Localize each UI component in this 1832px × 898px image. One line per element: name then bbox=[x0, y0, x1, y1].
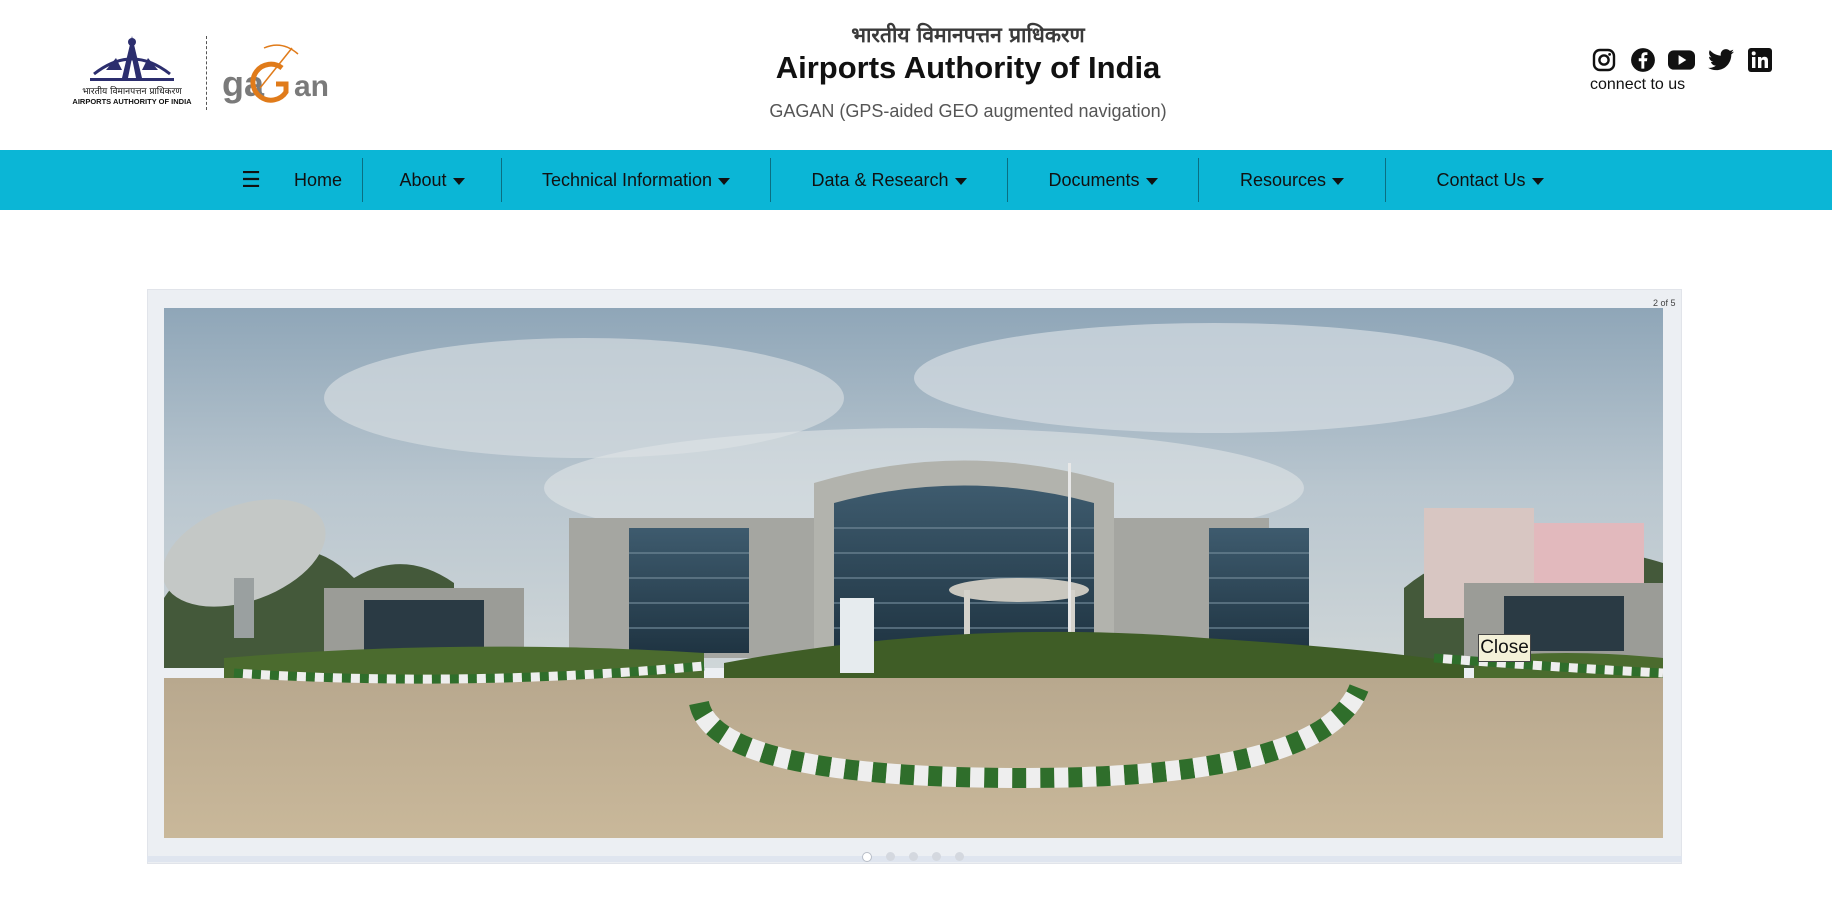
close-button[interactable]: Close bbox=[1478, 634, 1531, 662]
nav-item-documents[interactable]: Documents bbox=[1008, 150, 1198, 210]
slider-dot[interactable] bbox=[932, 852, 941, 861]
slide-counter: 2 of 5 bbox=[1653, 298, 1676, 308]
connect-label: connect to us bbox=[1590, 76, 1686, 93]
slider-dot[interactable] bbox=[909, 852, 918, 861]
slider-dot[interactable] bbox=[862, 852, 872, 862]
site-header: भारतीय विमानपत्तन प्राधिकरण AIRPORTS AUT… bbox=[0, 0, 1832, 150]
nav-item-home[interactable]: Home bbox=[274, 150, 362, 210]
nav-item-technical-information[interactable]: Technical Information bbox=[502, 150, 770, 210]
nav-item-label: Technical Information bbox=[541, 169, 713, 190]
gagan-logo[interactable]: ga an bbox=[220, 40, 335, 106]
gagan-building-photo bbox=[164, 308, 1663, 838]
site-subtitle: GAGAN (GPS-aided GEO augmented navigatio… bbox=[769, 101, 1167, 121]
nav-item-data-research[interactable]: Data & Research bbox=[771, 150, 1007, 210]
nav-item-about[interactable]: About bbox=[363, 150, 501, 210]
slider-dot[interactable] bbox=[886, 852, 895, 861]
nav-item-label: Data & Research bbox=[811, 169, 949, 190]
caret-down-icon bbox=[954, 177, 967, 185]
caret-down-icon bbox=[718, 177, 731, 185]
logo-divider bbox=[206, 36, 207, 110]
linkedin-icon[interactable] bbox=[1746, 46, 1773, 73]
site-title: Airports Authority of India bbox=[775, 50, 1161, 85]
site-title-hindi: भारतीय विमानपत्तन प्राधिकरण bbox=[851, 23, 1085, 47]
nav-item-label: Resources bbox=[1239, 169, 1327, 190]
svg-text:an: an bbox=[294, 70, 329, 103]
main-nav: ☰ Home About Technical Information Data … bbox=[0, 150, 1832, 210]
slider-dots bbox=[862, 852, 964, 862]
site-titles: भारतीय विमानपत्तन प्राधिकरण Airports Aut… bbox=[668, 20, 1268, 122]
aai-logo[interactable]: भारतीय विमानपत्तन प्राधिकरण AIRPORTS AUT… bbox=[68, 34, 196, 110]
gagan-logo-icon: ga an bbox=[222, 44, 329, 104]
slider-dot[interactable] bbox=[955, 852, 964, 861]
aai-logo-hindi-text: भारतीय विमानपत्तन प्राधिकरण bbox=[82, 87, 182, 97]
twitter-icon[interactable] bbox=[1707, 46, 1734, 73]
facebook-icon[interactable] bbox=[1629, 46, 1656, 73]
aai-logo-english-text: AIRPORTS AUTHORITY OF INDIA bbox=[72, 97, 192, 106]
caret-down-icon bbox=[1531, 177, 1544, 185]
caret-down-icon bbox=[452, 177, 465, 185]
nav-item-contact-us[interactable]: Contact Us bbox=[1386, 150, 1594, 210]
instagram-icon[interactable] bbox=[1590, 46, 1617, 73]
hamburger-menu-icon[interactable]: ☰ bbox=[228, 150, 274, 210]
nav-item-label: Home bbox=[293, 169, 342, 190]
nav-item-label: Documents bbox=[1048, 169, 1140, 190]
caret-down-icon bbox=[1332, 177, 1345, 185]
aai-logo-icon bbox=[90, 36, 174, 81]
nav-item-label: Contact Us bbox=[1436, 169, 1526, 190]
caret-down-icon bbox=[1145, 177, 1158, 185]
social-links: connect to us bbox=[1590, 46, 1780, 94]
nav-item-resources[interactable]: Resources bbox=[1199, 150, 1385, 210]
youtube-icon[interactable] bbox=[1668, 46, 1695, 73]
nav-item-label: About bbox=[399, 169, 447, 190]
